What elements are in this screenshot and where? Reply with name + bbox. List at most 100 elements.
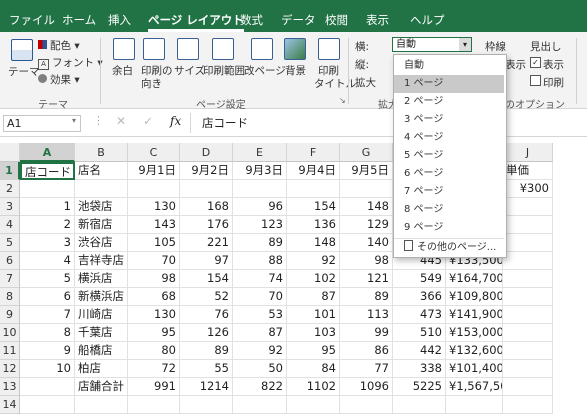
table-cell[interactable]: 1 [20, 198, 75, 216]
tab-page-layout[interactable]: ページ レイアウト [148, 12, 244, 32]
table-cell[interactable]: 136 [287, 216, 340, 234]
table-cell[interactable]: 船橋店 [75, 342, 128, 360]
table-cell[interactable]: 2 [20, 216, 75, 234]
table-cell[interactable] [503, 360, 553, 378]
table-cell[interactable] [503, 396, 553, 414]
table-cell[interactable]: 103 [287, 324, 340, 342]
row-header[interactable]: 9 [0, 306, 20, 324]
table-cell[interactable]: 単価 [503, 162, 553, 180]
dropdown-item[interactable]: 7 ページ [394, 183, 504, 201]
table-cell[interactable] [393, 396, 446, 414]
breaks-icon[interactable] [251, 38, 273, 60]
column-header-f[interactable]: F [287, 143, 340, 162]
table-cell[interactable]: 渋谷店 [75, 234, 128, 252]
margins-button[interactable]: 余白 [112, 63, 133, 78]
dropdown-item[interactable]: 8 ページ [394, 201, 504, 219]
name-box[interactable]: A1 [3, 115, 81, 132]
table-cell[interactable] [446, 396, 503, 414]
table-cell[interactable]: 366 [393, 288, 446, 306]
row-header[interactable]: 2 [0, 180, 20, 198]
table-cell[interactable]: 50 [233, 360, 287, 378]
table-cell[interactable]: 吉祥寺店 [75, 252, 128, 270]
table-cell[interactable]: 店舗合計 [75, 378, 128, 396]
enter-icon[interactable]: ✓ [143, 114, 153, 128]
row-header[interactable]: 4 [0, 216, 20, 234]
table-cell[interactable] [75, 396, 128, 414]
tab-insert[interactable]: 挿入 [108, 12, 131, 28]
table-cell[interactable]: 549 [393, 270, 446, 288]
table-cell[interactable]: 84 [287, 360, 340, 378]
table-cell[interactable]: 74 [233, 270, 287, 288]
table-cell[interactable]: 822 [233, 378, 287, 396]
table-cell[interactable]: 98 [340, 252, 393, 270]
table-cell[interactable]: 991 [128, 378, 180, 396]
chevron-down-icon[interactable]: ▾ [459, 38, 471, 51]
column-header-g[interactable]: G [340, 143, 393, 162]
gridlines-view-checkbox[interactable]: 表示 [505, 57, 526, 72]
cancel-icon[interactable]: ✕ [116, 114, 126, 128]
dropdown-item[interactable]: 6 ページ [394, 165, 504, 183]
table-cell[interactable]: 121 [340, 270, 393, 288]
table-cell[interactable]: 130 [128, 198, 180, 216]
table-cell[interactable]: 池袋店 [75, 198, 128, 216]
table-cell[interactable]: 95 [287, 342, 340, 360]
table-cell[interactable]: 9月1日 [128, 162, 180, 180]
table-cell[interactable]: ¥1,567,500 [446, 378, 503, 396]
dropdown-item[interactable]: 2 ページ [394, 93, 504, 111]
row-header[interactable]: 10 [0, 324, 20, 342]
table-cell[interactable]: 4 [20, 252, 75, 270]
table-cell[interactable]: 510 [393, 324, 446, 342]
table-cell[interactable]: 77 [340, 360, 393, 378]
table-cell[interactable]: 千葉店 [75, 324, 128, 342]
column-header-b[interactable]: B [75, 143, 128, 162]
table-cell[interactable]: 89 [340, 288, 393, 306]
table-cell[interactable]: 338 [393, 360, 446, 378]
column-header-e[interactable]: E [233, 143, 287, 162]
table-cell[interactable] [503, 270, 553, 288]
table-cell[interactable]: 140 [340, 234, 393, 252]
table-cell[interactable] [287, 396, 340, 414]
table-cell[interactable] [503, 234, 553, 252]
table-cell[interactable]: 221 [180, 234, 233, 252]
table-cell[interactable]: 80 [128, 342, 180, 360]
table-cell[interactable] [128, 396, 180, 414]
table-cell[interactable]: ¥300 [503, 180, 553, 198]
table-cell[interactable]: 新横浜店 [75, 288, 128, 306]
headings-view-checkbox[interactable]: 表示 [543, 57, 564, 72]
print-area-button[interactable]: 印刷範囲 [203, 63, 245, 78]
table-cell[interactable]: 89 [180, 342, 233, 360]
size-icon[interactable] [177, 38, 199, 60]
tab-formulas[interactable]: 数式 [240, 12, 263, 28]
checkbox-unchecked-icon[interactable] [530, 75, 541, 86]
table-cell[interactable]: 95 [128, 324, 180, 342]
print-titles-icon[interactable] [318, 38, 340, 60]
table-cell[interactable] [503, 324, 553, 342]
table-cell[interactable]: 143 [128, 216, 180, 234]
table-cell[interactable]: 88 [233, 252, 287, 270]
row-header[interactable]: 14 [0, 396, 20, 414]
table-cell[interactable]: 113 [340, 306, 393, 324]
table-cell[interactable]: 87 [287, 288, 340, 306]
table-cell[interactable]: 99 [340, 324, 393, 342]
dropdown-item[interactable]: 9 ページ [394, 219, 504, 237]
effects-button[interactable]: 効果 ▾ [38, 72, 80, 87]
table-cell[interactable] [128, 180, 180, 198]
formula-input[interactable]: 店コード [202, 115, 248, 131]
background-button[interactable]: 背景 [285, 63, 306, 78]
table-cell[interactable]: 176 [180, 216, 233, 234]
tab-home[interactable]: ホーム [62, 12, 96, 28]
breaks-button[interactable]: 改ページ [244, 63, 286, 78]
table-cell[interactable] [503, 198, 553, 216]
table-cell[interactable]: 101 [287, 306, 340, 324]
table-cell[interactable]: 102 [287, 270, 340, 288]
checkbox-checked-icon[interactable]: ✓ [530, 57, 541, 68]
table-cell[interactable]: 68 [128, 288, 180, 306]
table-cell[interactable] [503, 342, 553, 360]
table-cell[interactable]: ¥164,700 [446, 270, 503, 288]
function-icon[interactable]: fx [170, 114, 181, 128]
table-cell[interactable]: ¥141,900 [446, 306, 503, 324]
table-cell[interactable]: 70 [233, 288, 287, 306]
more-pages-item[interactable]: その他のページ... [394, 239, 504, 257]
table-cell[interactable]: 126 [180, 324, 233, 342]
table-cell[interactable]: 123 [233, 216, 287, 234]
